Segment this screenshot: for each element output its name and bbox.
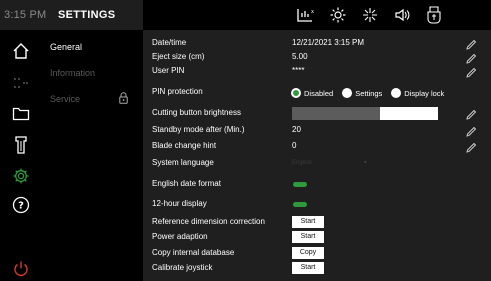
chevron-down-icon: ▾ (363, 160, 367, 166)
pin-protection-radio-group: Disabled Settings Display lock (291, 86, 453, 100)
setting-label: Date/time (152, 38, 187, 47)
setting-cutting-brightness: Cutting button brightness (143, 107, 491, 121)
pencil-icon[interactable] (465, 108, 477, 120)
folder-icon[interactable] (0, 103, 42, 125)
setting-power-adaption: Power adaption Start (143, 231, 491, 245)
radio-dot (342, 88, 353, 98)
setting-value: 12/21/2021 3:15 PM (292, 38, 365, 47)
category-service[interactable]: Service (50, 94, 80, 104)
scale-icon[interactable]: x (290, 4, 322, 26)
setting-blade-hint: Blade change hint 0 (143, 140, 491, 154)
radio-display-lock[interactable]: Display lock (391, 88, 444, 98)
pencil-icon[interactable] (465, 141, 477, 153)
setting-pin-protection: PIN protection Disabled Settings Display… (143, 86, 491, 100)
pencil-icon[interactable] (465, 125, 477, 137)
setting-user-pin: User PIN **** (143, 65, 491, 79)
setting-label: Cutting button brightness (152, 108, 241, 117)
setting-copy-database: Copy internal database Copy (143, 247, 491, 261)
radio-dot (391, 88, 402, 98)
setting-12-hour: 12-hour display (143, 198, 491, 212)
radio-label: Display lock (404, 88, 445, 98)
icon-rail: ? (0, 30, 42, 281)
radio-dot-selected (291, 88, 301, 98)
setting-label: Calibrate joystick (152, 263, 213, 272)
clock: 3:15 PM (4, 9, 47, 21)
setting-label: Eject size (cm) (152, 52, 205, 61)
category-general[interactable]: General (50, 42, 82, 52)
setting-value: **** (292, 66, 305, 75)
pencil-icon[interactable] (465, 52, 477, 64)
pencil-icon[interactable] (465, 38, 477, 50)
setting-label: PIN protection (152, 87, 203, 96)
brightness-icon[interactable] (354, 4, 386, 26)
setting-label: English date format (152, 179, 221, 188)
setting-standby: Standby mode after (Min.) 20 (143, 124, 491, 138)
gear-icon[interactable] (0, 165, 42, 187)
english-date-toggle[interactable] (293, 182, 307, 187)
setting-value: 5.00 (292, 52, 308, 61)
power-adaption-start-button[interactable]: Start (292, 231, 324, 243)
radio-disabled[interactable]: Disabled (291, 88, 333, 98)
hour12-toggle[interactable] (293, 202, 307, 207)
setting-label: System language (152, 158, 214, 167)
dropdown-value: English (292, 160, 312, 166)
setting-label: Reference dimension correction (152, 217, 265, 226)
setting-label: Blade change hint (152, 141, 217, 150)
page-title: SETTINGS (58, 9, 116, 21)
radio-label: Disabled (304, 88, 334, 98)
setting-label: 12-hour display (152, 199, 207, 208)
sun-icon[interactable] (322, 4, 354, 26)
calibrate-joystick-start-button[interactable]: Start (292, 262, 324, 274)
svg-text:?: ? (18, 201, 24, 212)
brightness-slider[interactable] (292, 107, 438, 120)
setting-value: 0 (292, 141, 297, 150)
pencil-icon[interactable] (465, 66, 477, 78)
dots-icon[interactable] (0, 72, 42, 94)
radio-settings[interactable]: Settings (342, 88, 382, 98)
setting-eject-size: Eject size (cm) 5.00 (143, 51, 491, 65)
setting-label: Power adaption (152, 232, 208, 241)
category-panel: General Information Service (42, 30, 143, 281)
svg-text:x: x (311, 9, 314, 15)
radio-label: Settings (355, 88, 383, 98)
power-icon[interactable] (0, 258, 42, 280)
status-icons: x (290, 4, 450, 26)
setting-reference-dimension: Reference dimension correction Start (143, 216, 491, 230)
setting-value: 20 (292, 125, 301, 134)
usb-icon[interactable] (418, 4, 450, 26)
setting-label: User PIN (152, 66, 185, 75)
setting-label: Standby mode after (Min.) (152, 125, 245, 134)
lock-icon (119, 91, 128, 109)
speaker-icon[interactable] (386, 4, 418, 26)
copy-database-button[interactable]: Copy (292, 247, 324, 259)
language-dropdown[interactable]: English ▾ (292, 159, 367, 166)
brightness-slider-fill (292, 107, 380, 120)
status-bar: 3:15 PM SETTINGS x (0, 0, 491, 30)
blade-icon[interactable] (0, 134, 42, 156)
reference-dimension-start-button[interactable]: Start (292, 216, 324, 228)
home-icon[interactable] (0, 40, 42, 62)
setting-datetime: Date/time 12/21/2021 3:15 PM (143, 37, 491, 51)
help-icon[interactable]: ? (0, 194, 42, 216)
setting-calibrate-joystick: Calibrate joystick Start (143, 262, 491, 276)
setting-label: Copy internal database (152, 248, 235, 257)
setting-english-date: English date format (143, 178, 491, 192)
setting-language: System language English ▾ (143, 157, 491, 171)
settings-panel: Date/time 12/21/2021 3:15 PM Eject size … (143, 30, 491, 281)
category-information[interactable]: Information (50, 68, 95, 78)
